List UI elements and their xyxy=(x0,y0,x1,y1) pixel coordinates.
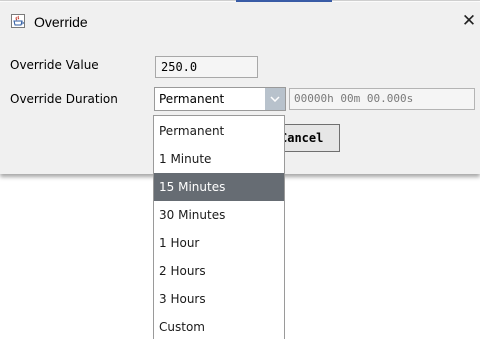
dropdown-option-2-hours[interactable]: 2 Hours xyxy=(154,257,284,285)
dropdown-option-permanent[interactable]: Permanent xyxy=(154,117,284,145)
title-bar: Override ✕ xyxy=(0,2,480,42)
duration-dropdown-list[interactable]: Permanent 1 Minute 15 Minutes 30 Minutes… xyxy=(153,115,285,339)
dropdown-option-custom[interactable]: Custom xyxy=(154,313,284,341)
duration-time-field[interactable]: 00000h 00m 00.000s xyxy=(289,88,475,110)
java-app-icon xyxy=(11,14,25,28)
close-icon[interactable]: ✕ xyxy=(458,10,480,32)
dropdown-option-3-hours[interactable]: 3 Hours xyxy=(154,285,284,313)
cancel-button-label: Cancel xyxy=(280,131,324,145)
dropdown-option-1-hour[interactable]: 1 Hour xyxy=(154,229,284,257)
dropdown-option-1-minute[interactable]: 1 Minute xyxy=(154,145,284,173)
dropdown-option-15-minutes[interactable]: 15 Minutes xyxy=(154,173,284,201)
chevron-down-icon[interactable] xyxy=(265,88,285,110)
override-duration-label: Override Duration xyxy=(10,92,118,106)
override-value-label: Override Value xyxy=(10,58,99,72)
dropdown-option-30-minutes[interactable]: 30 Minutes xyxy=(154,201,284,229)
override-duration-select[interactable]: Permanent xyxy=(154,87,286,111)
override-duration-selected: Permanent xyxy=(159,92,225,106)
override-value-input[interactable]: 250.0 xyxy=(155,56,258,78)
dialog-title: Override xyxy=(34,14,88,30)
